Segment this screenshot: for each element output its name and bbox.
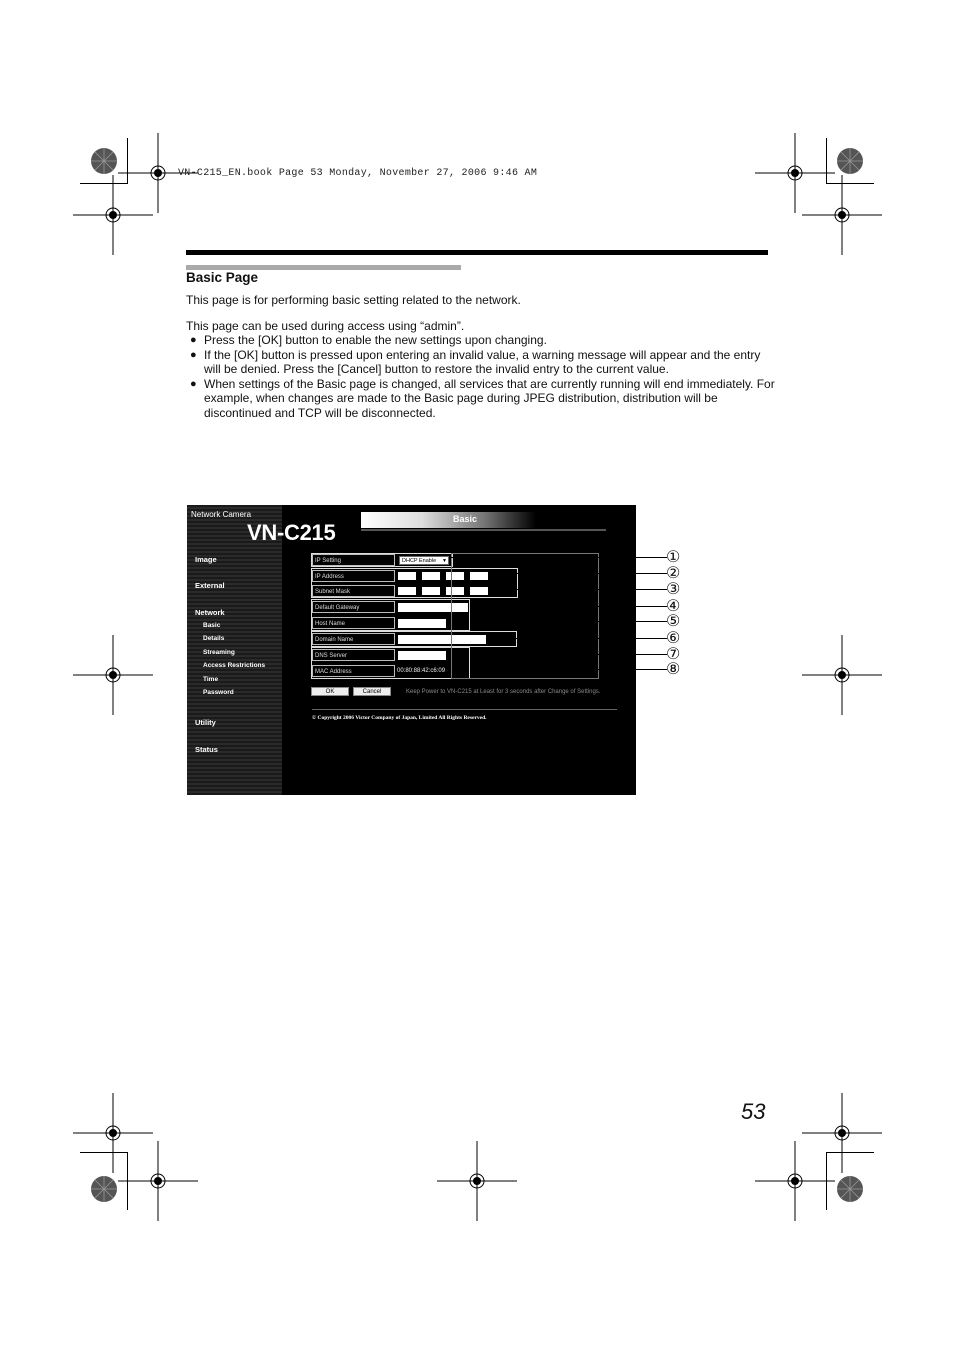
nav-image[interactable]: Image <box>195 555 217 564</box>
crop-line <box>826 138 827 184</box>
bullet-icon: ● <box>190 348 197 361</box>
access-note: This page can be used during access usin… <box>186 319 465 333</box>
tab-underline <box>361 529 606 531</box>
nav-streaming[interactable]: Streaming <box>203 649 235 656</box>
callout-leader <box>470 654 667 655</box>
nav-access-restrictions[interactable]: Access Restrictions <box>203 662 265 669</box>
crop-line <box>826 1152 827 1210</box>
power-notice: Keep Power to VN-C215 at Least for 3 sec… <box>406 689 601 695</box>
nav-password[interactable]: Password <box>203 689 234 696</box>
sunburst-target-icon <box>837 148 863 174</box>
sunburst-target-icon <box>837 1176 863 1202</box>
section-title: Basic Page <box>186 270 259 285</box>
registration-mark-right-middle <box>802 635 882 715</box>
nav-status[interactable]: Status <box>195 745 218 754</box>
bullet-list: ● Press the [OK] button to enable the new… <box>186 333 776 421</box>
basic-page-screenshot: Network Camera VN-C215 Basic Image Exter… <box>187 505 636 795</box>
callout-leader <box>516 638 667 639</box>
brand-small: Network Camera <box>191 510 252 519</box>
crop-line <box>80 1152 128 1153</box>
brand-logo: VN-C215 <box>247 520 336 545</box>
callout-leader <box>470 669 667 670</box>
row-frame <box>311 553 453 567</box>
callout-leader <box>470 606 667 607</box>
nav-external[interactable]: External <box>195 581 225 590</box>
registration-mark-left-upper <box>73 175 153 255</box>
registration-mark-left-middle <box>73 635 153 715</box>
bullet-item: ● If the [OK] button is pressed upon ente… <box>190 347 761 377</box>
divider <box>312 709 617 710</box>
crop-line <box>127 1152 128 1210</box>
registration-mark-bottom-right <box>755 1141 835 1221</box>
cancel-button[interactable]: Cancel <box>353 687 391 696</box>
print-header: VN-C215_EN.book Page 53 Monday, November… <box>178 168 538 179</box>
tab-basic[interactable]: Basic <box>361 512 536 528</box>
nav-time[interactable]: Time <box>203 676 218 683</box>
row-frame <box>311 599 470 631</box>
crop-line <box>80 183 128 184</box>
nav-utility[interactable]: Utility <box>195 718 216 727</box>
crop-line <box>826 183 874 184</box>
callout-leader <box>470 621 667 622</box>
table-frame <box>451 553 599 679</box>
callout-leader <box>451 557 667 558</box>
bullet-item: ● When settings of the Basic page is chan… <box>190 376 775 420</box>
bullet-item: ● Press the [OK] button to enable the new… <box>190 333 547 347</box>
nav-network[interactable]: Network <box>195 608 225 617</box>
nav-basic[interactable]: Basic <box>203 622 220 629</box>
row-frame <box>311 647 470 679</box>
registration-mark-bottom-center <box>437 1141 517 1221</box>
copyright: © Copyright 2006 Victor Company of Japan… <box>312 715 487 721</box>
sunburst-target-icon <box>91 148 117 174</box>
ok-button[interactable]: OK <box>311 687 349 696</box>
bullet-icon: ● <box>190 377 197 390</box>
callout-leader <box>516 589 667 590</box>
sunburst-target-icon <box>91 1176 117 1202</box>
page-number: 53 <box>741 1099 766 1124</box>
crop-line <box>127 138 128 184</box>
nav-details[interactable]: Details <box>203 635 224 642</box>
registration-mark-bottom-left <box>118 1141 198 1221</box>
callout-leader <box>516 573 667 574</box>
section-rule <box>186 250 768 255</box>
bullet-icon: ● <box>190 334 197 346</box>
intro-text: This page is for performing basic settin… <box>186 293 521 307</box>
registration-mark-right-upper <box>802 175 882 255</box>
crop-line <box>826 1152 874 1153</box>
callout-8: ⑧ <box>666 661 681 678</box>
